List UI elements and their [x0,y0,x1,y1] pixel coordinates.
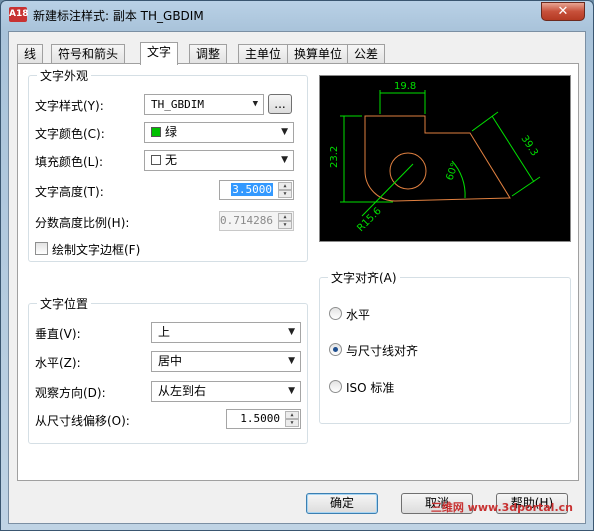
color-swatch-icon [151,127,161,137]
vertical-label: 垂直(V): [35,327,81,341]
horizontal-value: 居中 [158,354,183,368]
align-horizontal-radio[interactable] [329,307,342,320]
text-style-value: TH_GBDIM [151,98,204,111]
dim-right-label: 39.3 [518,134,539,159]
chevron-down-icon: ▼ [281,127,288,137]
preview-circle [389,152,427,190]
dimension-preview: 19.8 23.2 39.3 60° R15.6 [319,75,571,242]
tab-symbols-arrows[interactable]: 符号和箭头 [51,44,126,64]
dim-radius-label: R15.6 [355,206,383,234]
text-placement-group: 文字位置 垂直(V): 上 ▼ 水平(Z): 居中 ▼ 观察方向(D): 从左到… [28,295,308,444]
chevron-down-icon: ▼ [288,327,295,337]
window-title: 新建标注样式: 副本 TH_GBDIM [33,9,204,23]
preview-outline [364,115,511,202]
align-with-dimline-label[interactable]: 与尺寸线对齐 [346,342,418,359]
watermark: 三维网 www.3dportal.cn [430,501,573,514]
text-placement-title: 文字位置 [37,295,92,312]
spinner-buttons[interactable]: ▲ ▼ [285,411,299,427]
preview-geometry [364,115,511,202]
fraction-height-value: 0.714286 [220,214,273,227]
close-button[interactable]: ✕ [541,2,585,21]
text-color-dropdown[interactable]: 绿 ▼ [144,122,294,143]
fill-color-label: 填充颜色(L): [35,155,104,169]
chevron-down-icon: ▼ [281,155,288,165]
autocad-app-icon: A18 [9,7,29,22]
text-appearance-title: 文字外观 [37,67,92,84]
text-height-value: 3.5000 [231,183,273,196]
dialog-client: 线 符号和箭头 文字 调整 主单位 换算单位 公差 文字外观 文字样式(Y): … [8,31,586,524]
text-color-value: 绿 [165,125,178,139]
align-iso-radio[interactable] [329,380,342,393]
align-horizontal-label[interactable]: 水平 [346,306,370,323]
view-direction-value: 从左到右 [158,384,207,398]
tab-tolerances[interactable]: 公差 [347,44,386,64]
view-direction-dropdown[interactable]: 从左到右 ▼ [151,381,301,402]
tab-fit[interactable]: 调整 [189,44,228,64]
text-height-spinner[interactable]: 3.5000 ▲ ▼ [219,180,294,200]
spin-down-icon[interactable]: ▼ [278,190,292,198]
horizontal-dropdown[interactable]: 居中 ▼ [151,351,301,372]
fraction-height-label: 分数高度比例(H): [35,216,130,230]
tab-text[interactable]: 文字 [140,42,179,65]
text-alignment-group: 文字对齐(A) 水平 与尺寸线对齐 ISO 标准 [319,269,571,424]
dim-angle-label: 60° [444,162,460,182]
spinner-buttons[interactable]: ▲ ▼ [278,182,292,198]
spin-up-icon[interactable]: ▲ [278,182,292,190]
chevron-down-icon: ▼ [288,356,295,366]
spin-down-icon[interactable]: ▼ [285,419,299,427]
fraction-height-spinner: 0.714286 ▲ ▼ [219,211,294,231]
title-bar[interactable]: A18 新建标注样式: 副本 TH_GBDIM ✕ [1,1,593,29]
preview-drawing: 19.8 23.2 39.3 60° R15.6 [329,81,541,234]
tab-strip: 线 符号和箭头 文字 调整 主单位 换算单位 公差 [17,42,577,65]
fill-color-dropdown[interactable]: 无 ▼ [144,150,294,171]
draw-frame-checkbox[interactable] [35,242,48,255]
text-alignment-title: 文字对齐(A) [328,269,400,286]
tab-lines[interactable]: 线 [17,44,44,64]
vertical-value: 上 [158,325,171,339]
text-appearance-group: 文字外观 文字样式(Y): TH_GBDIM ▼ ... 文字颜色(C): 绿 … [28,67,308,262]
fill-color-value: 无 [165,153,178,167]
tab-primary-units[interactable]: 主单位 [238,44,289,64]
chevron-down-icon: ▼ [252,99,258,109]
tab-alternate-units[interactable]: 换算单位 [287,44,350,64]
vertical-dropdown[interactable]: 上 ▼ [151,322,301,343]
dim-top-label: 19.8 [394,81,416,92]
horizontal-label: 水平(Z): [35,356,81,370]
offset-value: 1.5000 [240,412,280,425]
text-height-label: 文字高度(T): [35,185,104,199]
spin-down-icon: ▼ [278,221,292,229]
chevron-down-icon: ▼ [288,386,295,396]
text-style-label: 文字样式(Y): [35,99,104,113]
spin-up-icon: ▲ [278,213,292,221]
spinner-buttons: ▲ ▼ [278,213,292,229]
draw-frame-label[interactable]: 绘制文字边框(F) [52,241,140,258]
text-style-dropdown[interactable]: TH_GBDIM ▼ [144,94,264,115]
align-iso-label[interactable]: ISO 标准 [346,379,394,396]
empty-swatch-icon [151,155,161,165]
offset-label: 从尺寸线偏移(O): [35,414,130,428]
offset-spinner[interactable]: 1.5000 ▲ ▼ [226,409,301,429]
text-tab-page: 文字外观 文字样式(Y): TH_GBDIM ▼ ... 文字颜色(C): 绿 … [17,63,579,481]
ok-button[interactable]: 确定 [306,493,378,514]
view-direction-label: 观察方向(D): [35,386,106,400]
dialog-window: A18 新建标注样式: 副本 TH_GBDIM ✕ 线 符号和箭头 文字 调整 … [0,0,594,531]
text-color-label: 文字颜色(C): [35,127,105,141]
align-with-dimline-radio[interactable] [329,343,342,356]
spin-up-icon[interactable]: ▲ [285,411,299,419]
text-style-browse-button[interactable]: ... [268,94,292,114]
dim-left-label: 23.2 [329,146,340,168]
